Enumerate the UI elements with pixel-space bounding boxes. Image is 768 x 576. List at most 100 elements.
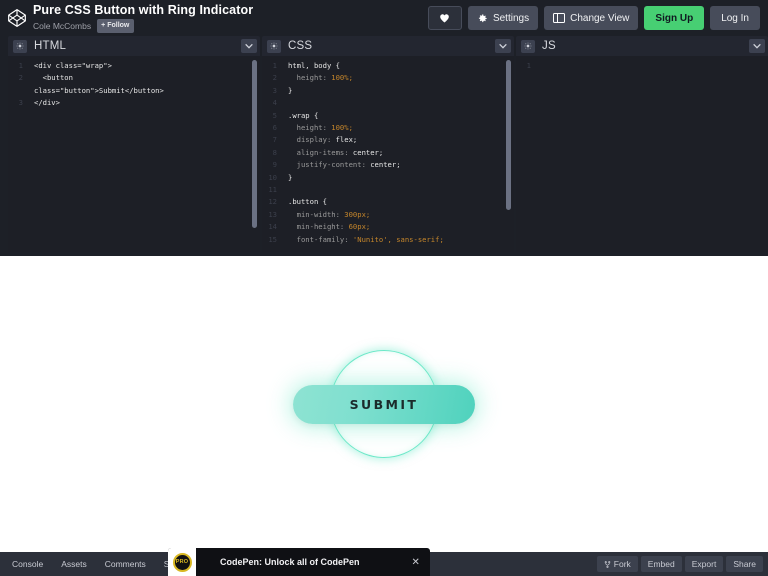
log-in-button-label: Log In (721, 13, 749, 24)
line-number: 3 (8, 97, 28, 109)
code-text: height: 100%; (282, 122, 353, 134)
change-view-button[interactable]: Change View (544, 6, 638, 30)
chevron-down-icon[interactable] (241, 39, 257, 53)
embed-button[interactable]: Embed (641, 556, 682, 572)
code-text (282, 97, 288, 109)
sign-up-button[interactable]: Sign Up (644, 6, 704, 30)
settings-button-label: Settings (493, 13, 529, 24)
assets-button[interactable]: Assets (54, 556, 94, 572)
line-number (8, 85, 28, 97)
button-with-ring: SUBMIT (293, 344, 475, 464)
line-number: 7 (262, 134, 282, 146)
preview-stage: SUBMIT (0, 256, 768, 552)
line-number: 5 (262, 110, 282, 122)
settings-button[interactable]: Settings (468, 6, 538, 30)
html-code-area[interactable]: 1<div class="wrap"> 2 <button class="but… (8, 56, 260, 252)
preview-pane[interactable]: SUBMIT (0, 256, 768, 552)
line-number: 8 (262, 147, 282, 159)
chevron-down-icon[interactable] (495, 39, 511, 53)
code-line: 1<div class="wrap"> (8, 60, 260, 72)
gear-icon (477, 13, 488, 24)
pro-badge: PRO (168, 548, 196, 576)
fork-button[interactable]: Fork (597, 556, 638, 572)
code-text: justify-content: center; (282, 159, 401, 171)
console-button[interactable]: Console (5, 556, 50, 572)
code-line: 9 justify-content: center; (262, 159, 514, 171)
code-text: min-width: 300px; (282, 209, 370, 221)
pane-js: JS 1 (516, 36, 768, 252)
pane-css-header[interactable]: CSS (262, 36, 514, 56)
code-line: 8 align-items: center; (262, 147, 514, 159)
code-text: min-height: 60px; (282, 221, 370, 233)
code-text: height: 100%; (282, 72, 353, 84)
pro-promo-message: CodePen: Unlock all of CodePen (196, 557, 406, 567)
page-title: Pure CSS Button with Ring Indicator (33, 3, 253, 18)
code-line: 2 <button (8, 72, 260, 84)
line-number: 4 (262, 97, 282, 109)
pen-subtitle: Cole McCombs + Follow (33, 19, 253, 33)
code-text (282, 184, 288, 196)
comments-button[interactable]: Comments (98, 556, 153, 572)
share-button[interactable]: Share (726, 556, 763, 572)
line-number: 1 (8, 60, 28, 72)
pane-js-header[interactable]: JS (516, 36, 768, 56)
plus-icon: + (101, 21, 105, 30)
author-name[interactable]: Cole McCombs (33, 21, 91, 32)
layout-icon (553, 13, 565, 23)
line-number: 15 (262, 234, 282, 246)
submit-button[interactable]: SUBMIT (293, 385, 475, 424)
top-bar-actions: Settings Change View Sign Up Log In (428, 6, 760, 30)
gear-icon[interactable] (267, 40, 281, 53)
code-line: 2 height: 100%; (262, 72, 514, 84)
code-text: .wrap { (282, 110, 318, 122)
code-line: class="button">Submit</button> (8, 85, 260, 97)
close-icon[interactable]: ✕ (406, 557, 426, 568)
chevron-down-icon[interactable] (749, 39, 765, 53)
code-line: 3</div> (8, 97, 260, 109)
code-line: 15 font-family: 'Nunito', sans-serif; (262, 234, 514, 246)
code-text: .button { (282, 196, 327, 208)
code-line: 11 (262, 184, 514, 196)
love-button[interactable] (428, 6, 462, 30)
fork-button-label: Fork (614, 559, 631, 569)
gear-icon[interactable] (13, 40, 27, 53)
pro-promo-toast[interactable]: PRO CodePen: Unlock all of CodePen ✕ (168, 548, 430, 576)
change-view-button-label: Change View (570, 13, 629, 24)
follow-button-label: Follow (107, 21, 129, 30)
bottom-bar-right: Fork Embed Export Share (597, 556, 763, 572)
code-line: 12.button { (262, 196, 514, 208)
line-number: 1 (262, 60, 282, 72)
export-button[interactable]: Export (685, 556, 724, 572)
pane-html-header[interactable]: HTML (8, 36, 260, 56)
code-text: <button (28, 72, 73, 84)
heart-icon (439, 13, 450, 23)
sign-up-button-label: Sign Up (655, 13, 693, 24)
codepen-logo-icon[interactable] (4, 5, 30, 31)
code-text: class="button">Submit</button> (28, 85, 164, 97)
codepen-editor-app: Pure CSS Button with Ring Indicator Cole… (0, 0, 768, 576)
line-number: 3 (262, 85, 282, 97)
line-number: 2 (262, 72, 282, 84)
code-line: 3} (262, 85, 514, 97)
pane-js-title: JS (542, 40, 556, 52)
gear-icon[interactable] (521, 40, 535, 53)
code-text: display: flex; (282, 134, 357, 146)
js-code-area[interactable]: 1 (516, 56, 768, 252)
code-line: 14 min-height: 60px; (262, 221, 514, 233)
code-text: } (282, 85, 292, 97)
code-line: 13 min-width: 300px; (262, 209, 514, 221)
pen-meta: Pure CSS Button with Ring Indicator Cole… (33, 3, 253, 33)
pro-badge-label: PRO (173, 553, 192, 572)
line-number: 12 (262, 196, 282, 208)
line-number: 13 (262, 209, 282, 221)
code-line: 1html, body { (262, 60, 514, 72)
log-in-button[interactable]: Log In (710, 6, 760, 30)
top-bar: Pure CSS Button with Ring Indicator Cole… (0, 0, 768, 36)
css-scrollbar[interactable] (506, 60, 511, 248)
line-number: 10 (262, 172, 282, 184)
css-code-area[interactable]: 1html, body {2 height: 100%;3}45.wrap {6… (262, 56, 514, 252)
pane-css: CSS 1html, body {2 height: 100%;3}45.wra… (262, 36, 514, 252)
follow-button[interactable]: + Follow (97, 19, 134, 33)
html-scrollbar[interactable] (252, 60, 257, 248)
code-line: 10} (262, 172, 514, 184)
